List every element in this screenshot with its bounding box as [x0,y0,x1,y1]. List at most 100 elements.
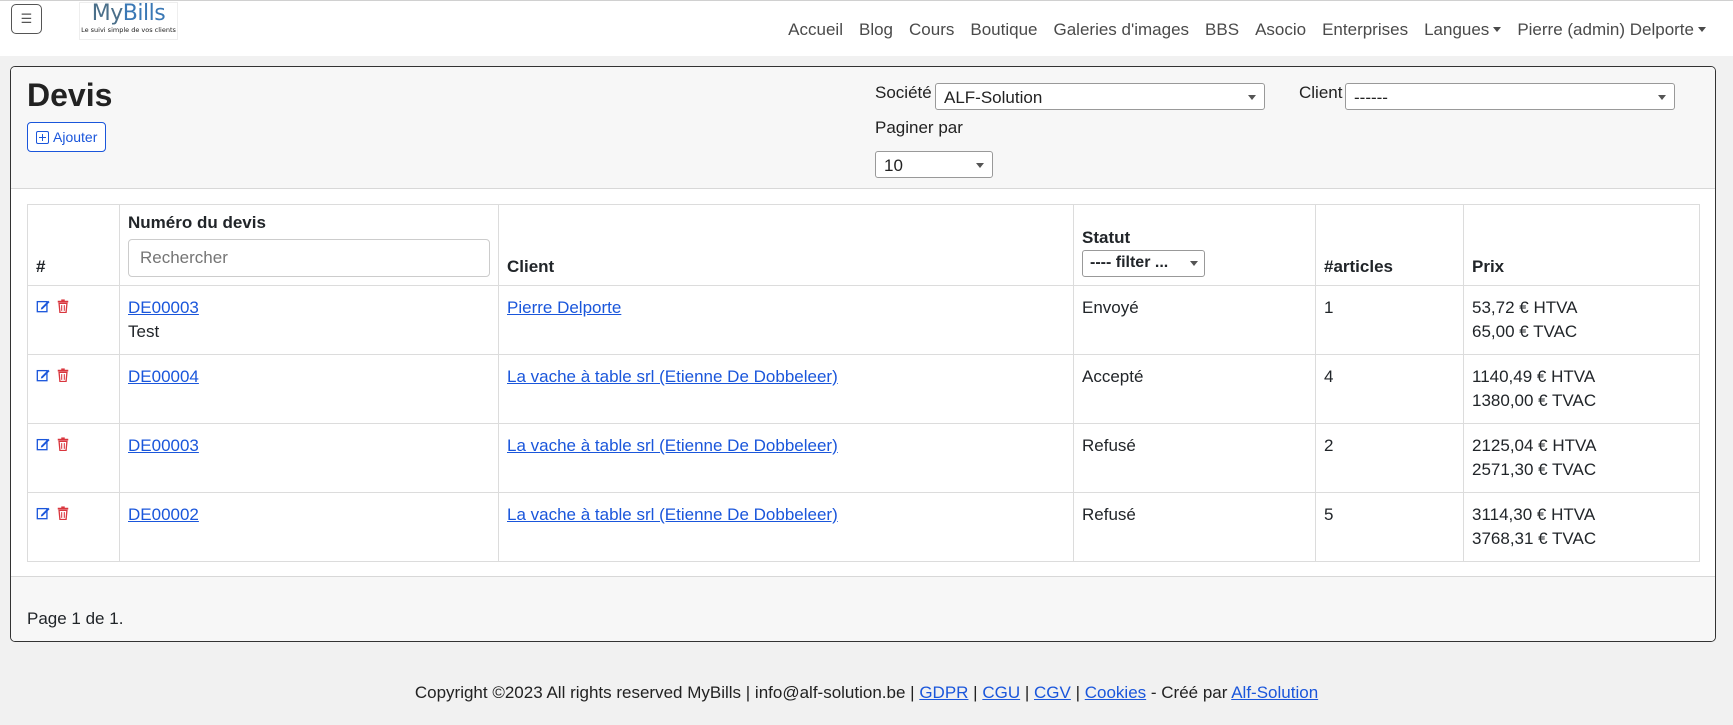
col-header-statut: Statut ---- filter ... [1073,204,1316,286]
nav-link-galeries[interactable]: Galeries d'images [1046,20,1198,40]
paginate-select-value: 10 [884,156,903,175]
brand-logo[interactable]: MyBills Le suivi simple de vos clients [79,2,178,40]
row-actions-cell [27,423,120,493]
price-tvac: 2571,30 € TVAC [1472,460,1597,479]
row-articles-cell: 4 [1315,354,1464,424]
row-numero-cell: DE00003 Test [119,285,499,355]
pagination-text: Page 1 de 1. [27,609,124,628]
client-link[interactable]: La vache à table srl (Etienne De Dobbele… [507,367,838,386]
col-header-articles: #articles [1315,204,1464,286]
paginate-select[interactable]: 10 [875,151,993,178]
user-menu-dropdown[interactable]: Pierre (admin) Delporte [1509,20,1714,40]
devis-number-link[interactable]: DE00004 [128,367,199,386]
table-row: DE00003 Test Pierre Delporte Envoyé 1 53… [27,285,1700,355]
search-input[interactable] [128,239,490,277]
row-actions-cell [27,492,120,562]
devis-table-wrapper: # Numéro du devis Client Statut ---- fil… [27,204,1700,562]
trash-icon[interactable] [56,299,70,313]
devis-card: Devis Ajouter Société ALF-Solution Clien… [10,66,1716,642]
devis-number-link[interactable]: DE00003 [128,298,199,317]
footer-link-cgv[interactable]: CGV [1034,683,1071,702]
hamburger-icon: ☰ [20,11,33,26]
row-numero-cell: DE00004 [119,354,499,424]
col-header-numero: Numéro du devis [119,204,499,286]
row-articles-cell: 1 [1315,285,1464,355]
nav-link-cours[interactable]: Cours [901,20,962,40]
footer-company-link[interactable]: Alf-Solution [1231,683,1318,702]
footer-link-gdpr[interactable]: GDPR [919,683,968,702]
footer-created-by: - Créé par [1150,683,1228,702]
brand-name-part1: My [91,1,124,26]
societe-label: Société [875,83,932,102]
col-header-client: Client [498,204,1074,286]
price-tvac: 65,00 € TVAC [1472,322,1578,341]
trash-icon[interactable] [56,368,70,382]
row-prix-cell: 2125,04 € HTVA 2571,30 € TVAC [1463,423,1700,493]
footer-link-cgu[interactable]: CGU [982,683,1020,702]
page-title: Devis [27,77,113,113]
footer-separator: | [1024,683,1030,702]
societe-select[interactable]: ALF-Solution [935,83,1265,110]
row-client-cell: La vache à table srl (Etienne De Dobbele… [498,354,1074,424]
edit-icon[interactable] [36,368,50,382]
nav-link-boutique[interactable]: Boutique [962,20,1045,40]
row-statut-cell: Accepté [1073,354,1316,424]
devis-number-link[interactable]: DE00002 [128,505,199,524]
nav-link-asocio[interactable]: Asocio [1247,20,1314,40]
devis-note: Test [128,322,160,341]
paginate-label: Paginer par [875,118,963,137]
languages-dropdown[interactable]: Langues [1416,20,1509,40]
footer-separator: | [1075,683,1080,702]
nav-link-enterprises[interactable]: Enterprises [1314,20,1416,40]
trash-icon[interactable] [56,506,70,520]
page-footer: Copyright ©2023 All rights reserved MyBi… [0,683,1733,703]
statut-filter-value: ---- filter ... [1090,254,1169,271]
devis-table: # Numéro du devis Client Statut ---- fil… [27,204,1700,562]
row-statut-cell: Refusé [1073,492,1316,562]
row-articles-cell: 2 [1315,423,1464,493]
edit-icon[interactable] [36,299,50,313]
row-statut-cell: Refusé [1073,423,1316,493]
card-header: Devis Ajouter Société ALF-Solution Clien… [11,67,1715,189]
client-link[interactable]: Pierre Delporte [507,298,621,317]
statut-filter-select[interactable]: ---- filter ... [1082,250,1205,277]
edit-icon[interactable] [36,437,50,451]
client-link[interactable]: La vache à table srl (Etienne De Dobbele… [507,505,838,524]
nav-link-blog[interactable]: Blog [851,20,901,40]
nav-link-bbs[interactable]: BBS [1197,20,1247,40]
row-numero-cell: DE00003 [119,423,499,493]
price-htva: 3114,30 € HTVA [1472,505,1596,524]
edit-icon[interactable] [36,506,50,520]
footer-separator: | [973,683,978,702]
add-button-label: Ajouter [53,129,98,145]
price-htva: 2125,04 € HTVA [1472,436,1597,455]
row-client-cell: La vache à table srl (Etienne De Dobbele… [498,423,1074,493]
row-statut-cell: Envoyé [1073,285,1316,355]
devis-number-link[interactable]: DE00003 [128,436,199,455]
col-header-prix: Prix [1463,204,1700,286]
price-htva: 53,72 € HTVA [1472,298,1578,317]
table-header-row: # Numéro du devis Client Statut ---- fil… [27,204,1700,286]
table-row: DE00003 La vache à table srl (Etienne De… [27,423,1700,493]
nav-link-accueil[interactable]: Accueil [780,20,851,40]
client-link[interactable]: La vache à table srl (Etienne De Dobbele… [507,436,838,455]
footer-copyright: Copyright ©2023 All rights reserved MyBi… [414,683,915,702]
menu-toggle-button[interactable]: ☰ [11,4,42,34]
row-prix-cell: 3114,30 € HTVA 3768,31 € TVAC [1463,492,1700,562]
price-tvac: 1380,00 € TVAC [1472,391,1597,410]
price-htva: 1140,49 € HTVA [1472,367,1596,386]
top-navbar: ☰ MyBills Le suivi simple de vos clients… [0,0,1733,56]
card-footer: Page 1 de 1. [11,576,1715,641]
client-select[interactable]: ------ [1345,83,1675,110]
row-client-cell: Pierre Delporte [498,285,1074,355]
row-actions-cell [27,285,120,355]
add-button[interactable]: Ajouter [27,122,107,152]
footer-link-cookies[interactable]: Cookies [1085,683,1146,702]
client-label: Client [1299,83,1343,102]
row-prix-cell: 53,72 € HTVA 65,00 € TVAC [1463,285,1700,355]
trash-icon[interactable] [56,437,70,451]
brand-name-part2: Bills [122,1,166,26]
col-header-statut-label: Statut [1082,228,1131,247]
col-header-numero-label: Numéro du devis [128,213,266,232]
table-row: DE00002 La vache à table srl (Etienne De… [27,492,1700,562]
